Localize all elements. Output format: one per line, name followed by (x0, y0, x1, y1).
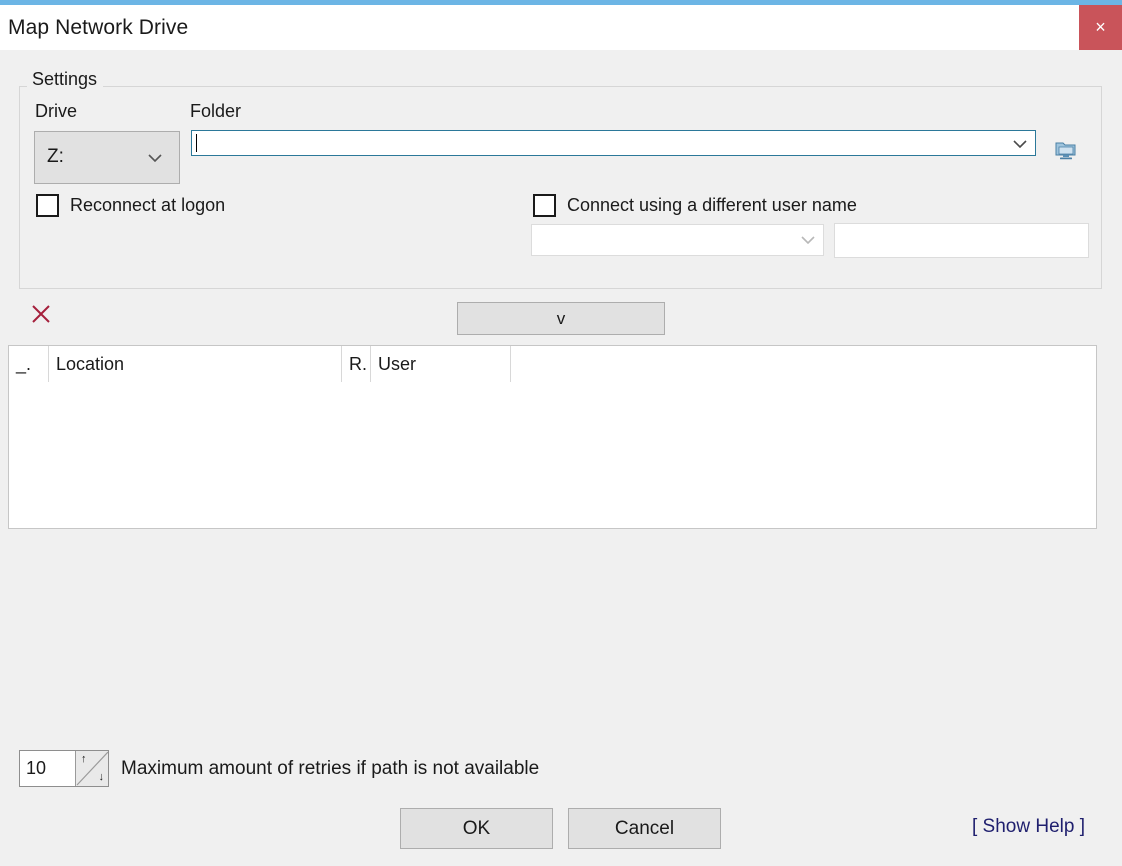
chevron-down-icon (801, 236, 815, 244)
checkbox-box (36, 194, 59, 217)
retries-input[interactable]: 10 (26, 758, 46, 779)
ok-button[interactable]: OK (400, 808, 553, 849)
reconnect-at-logon-checkbox[interactable]: Reconnect at logon (36, 194, 225, 217)
mapped-drives-list[interactable]: _. Location R. User (8, 345, 1097, 529)
text-caret (196, 134, 197, 152)
chevron-down-icon (148, 154, 162, 162)
spinner-down-arrow-icon[interactable]: ↓ (99, 772, 105, 783)
window-title: Map Network Drive (8, 16, 189, 39)
column-header-user[interactable]: User (371, 346, 511, 382)
drive-label: Drive (35, 101, 78, 121)
list-body-empty (9, 382, 1096, 528)
expand-list-button[interactable]: v (457, 302, 665, 335)
network-folder-browse-icon[interactable] (1054, 139, 1078, 161)
column-header-spacer (511, 346, 1096, 382)
title-bar: Map Network Drive × (0, 5, 1122, 50)
chevron-down-icon[interactable] (1013, 140, 1027, 148)
password-input[interactable] (834, 223, 1089, 258)
settings-groupbox-legend: Settings (27, 67, 104, 91)
folder-input[interactable] (191, 130, 1036, 156)
spinner-up-arrow-icon[interactable]: ↑ (81, 754, 87, 765)
drive-select[interactable]: Z: (34, 131, 180, 184)
drive-select-value: Z: (47, 146, 64, 167)
folder-label: Folder (190, 101, 242, 121)
map-network-drive-dialog: Map Network Drive × Settings Drive Z: Fo… (0, 0, 1122, 866)
connect-different-user-checkbox[interactable]: Connect using a different user name (533, 194, 857, 217)
red-x-delete-icon[interactable] (30, 303, 52, 325)
settings-groupbox (19, 86, 1102, 289)
show-help-link[interactable]: [ Show Help ] (972, 816, 1085, 838)
cancel-button[interactable]: Cancel (568, 808, 721, 849)
list-header-row: _. Location R. User (9, 346, 1096, 382)
column-header-drive[interactable]: _. (9, 346, 49, 382)
checkbox-box (533, 194, 556, 217)
close-button[interactable]: × (1079, 5, 1122, 50)
stepper-buttons[interactable]: ↑ ↓ (75, 751, 108, 786)
connect-different-user-label: Connect using a different user name (567, 195, 857, 215)
close-icon: × (1095, 17, 1106, 37)
column-header-location[interactable]: Location (49, 346, 342, 382)
column-header-reconnect[interactable]: R. (342, 346, 371, 382)
retries-stepper[interactable]: 10 ↑ ↓ (19, 750, 109, 787)
retries-label: Maximum amount of retries if path is not… (121, 758, 540, 779)
reconnect-at-logon-label: Reconnect at logon (70, 195, 226, 215)
username-select[interactable] (531, 224, 824, 256)
